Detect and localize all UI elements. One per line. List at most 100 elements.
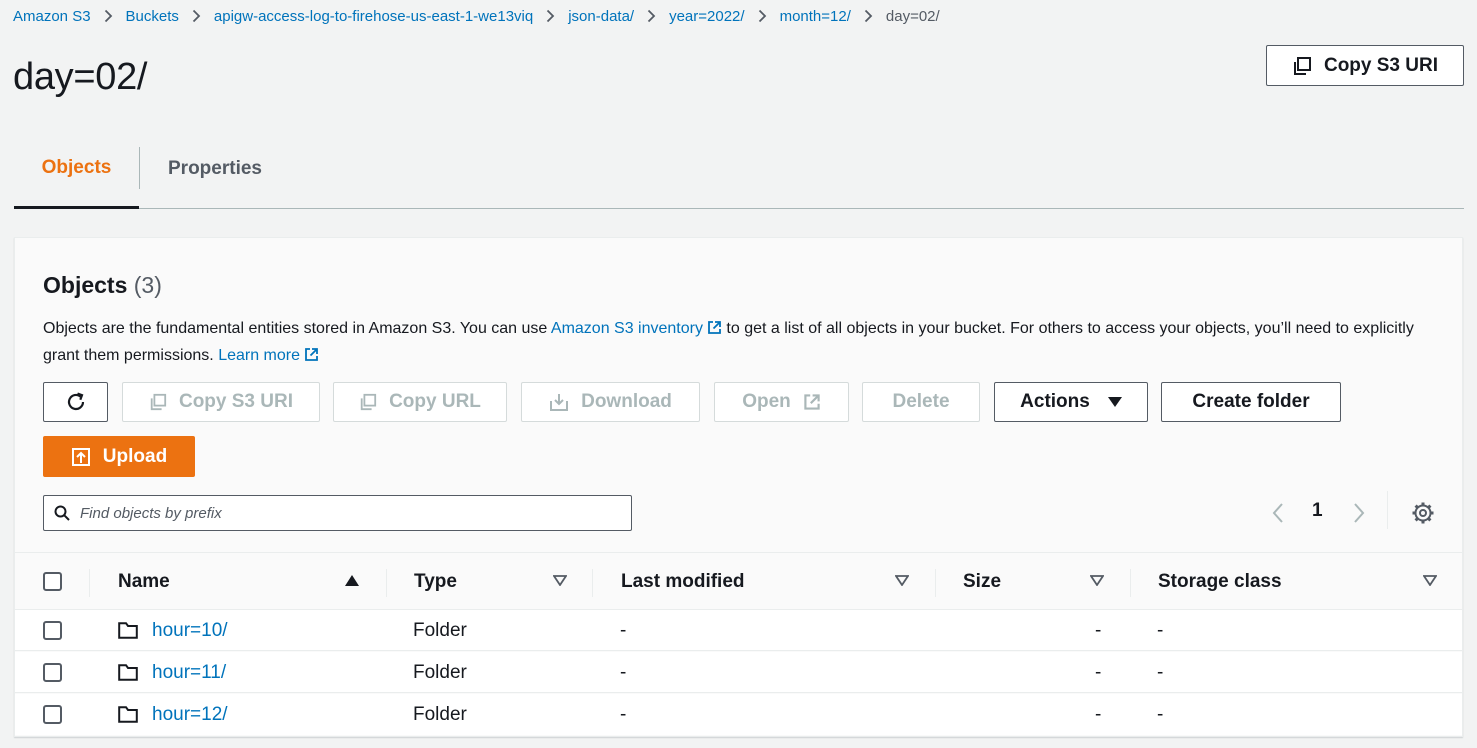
copy-icon: [359, 393, 377, 411]
tab-objects[interactable]: Objects: [14, 130, 139, 209]
table-settings-button[interactable]: [1411, 496, 1435, 530]
open-button[interactable]: Open: [714, 382, 849, 422]
table-row[interactable]: hour=12/ Folder - - -: [15, 694, 1462, 735]
sort-icon[interactable]: [1090, 575, 1104, 586]
column-divider: [592, 569, 593, 597]
external-link-icon: [304, 347, 319, 362]
object-type: Folder: [413, 661, 467, 683]
sort-icon[interactable]: [895, 575, 909, 586]
chevron-right-icon: [745, 9, 780, 23]
copy-url-label: Copy URL: [389, 391, 481, 412]
objects-heading-title: Objects: [43, 272, 128, 298]
page-title: day=02/: [13, 56, 148, 98]
column-header-name[interactable]: Name: [118, 553, 170, 610]
column-header-last-modified[interactable]: Last modified: [621, 553, 745, 610]
description-text-1: Objects are the fundamental entities sto…: [43, 320, 551, 337]
refresh-button[interactable]: [43, 382, 108, 422]
breadcrumb-month[interactable]: month=12/: [780, 8, 851, 25]
download-button[interactable]: Download: [521, 382, 700, 422]
row-checkbox[interactable]: [43, 621, 62, 640]
column-divider: [89, 569, 90, 597]
learn-more-label: Learn more: [218, 347, 301, 364]
folder-icon: [118, 694, 138, 735]
objects-count: (3): [133, 272, 162, 298]
object-type: Folder: [413, 703, 467, 725]
copy-icon: [1292, 56, 1312, 76]
object-last-modified: -: [620, 703, 627, 725]
chevron-left-icon: [1271, 502, 1285, 524]
upload-button[interactable]: Upload: [43, 436, 195, 477]
breadcrumb: Amazon S3 Buckets apigw-access-log-to-fi…: [13, 6, 940, 26]
actions-label: Actions: [1020, 391, 1090, 412]
download-label: Download: [581, 391, 672, 412]
object-storage-class: -: [1157, 619, 1164, 641]
search-input[interactable]: [80, 504, 600, 522]
header-copy-s3-uri-label: Copy S3 URI: [1323, 54, 1439, 76]
tab-properties[interactable]: Properties: [140, 130, 290, 208]
breadcrumb-day: day=02/: [885, 7, 940, 25]
sort-icon[interactable]: [1423, 575, 1437, 586]
object-name-link[interactable]: hour=10/: [152, 610, 228, 651]
upload-icon: [71, 447, 91, 467]
upload-label: Upload: [102, 445, 168, 467]
external-link-icon: [707, 320, 722, 335]
sort-ascending-icon[interactable]: [345, 575, 359, 586]
object-type: Folder: [413, 619, 467, 641]
chevron-right-icon: [91, 9, 126, 23]
tab-bar: Objects Properties: [14, 130, 1464, 209]
delete-button[interactable]: Delete: [862, 382, 980, 422]
breadcrumb-amazon-s3[interactable]: Amazon S3: [13, 8, 91, 25]
refresh-icon: [65, 391, 87, 413]
search-box[interactable]: [43, 495, 632, 531]
breadcrumb-year[interactable]: year=2022/: [669, 8, 744, 25]
object-size: -: [1095, 703, 1102, 725]
object-size: -: [1095, 661, 1102, 683]
object-name-link[interactable]: hour=12/: [152, 694, 228, 735]
header-copy-s3-uri-button[interactable]: Copy S3 URI: [1266, 45, 1464, 86]
chevron-right-icon: [1352, 502, 1366, 524]
column-header-type[interactable]: Type: [414, 553, 457, 610]
object-name-link[interactable]: hour=11/: [152, 652, 226, 693]
object-storage-class: -: [1157, 703, 1164, 725]
sort-icon[interactable]: [553, 575, 567, 586]
caret-down-icon: [1107, 397, 1122, 407]
table-row[interactable]: hour=11/ Folder - - -: [15, 652, 1462, 693]
external-link-icon: [803, 393, 821, 411]
object-last-modified: -: [620, 619, 627, 641]
copy-s3-uri-button[interactable]: Copy S3 URI: [122, 382, 320, 422]
object-size: -: [1095, 619, 1102, 641]
column-divider: [935, 569, 936, 597]
objects-heading: Objects (3): [43, 272, 162, 299]
learn-more-link[interactable]: Learn more: [218, 347, 319, 364]
table-row[interactable]: hour=10/ Folder - - -: [15, 610, 1462, 651]
open-label: Open: [742, 391, 791, 412]
pagination-prev-button[interactable]: [1271, 496, 1285, 530]
column-divider: [386, 569, 387, 597]
column-header-storage-class[interactable]: Storage class: [1158, 553, 1282, 610]
chevron-right-icon: [533, 9, 568, 23]
inventory-link[interactable]: Amazon S3 inventory: [551, 320, 722, 337]
pagination-next-button[interactable]: [1352, 496, 1366, 530]
breadcrumb-buckets[interactable]: Buckets: [126, 8, 179, 25]
folder-icon: [118, 610, 138, 651]
create-folder-label: Create folder: [1192, 391, 1310, 412]
row-checkbox[interactable]: [43, 705, 62, 724]
gear-icon: [1411, 501, 1435, 525]
copy-url-button[interactable]: Copy URL: [333, 382, 507, 422]
objects-description: Objects are the fundamental entities sto…: [43, 315, 1443, 369]
inventory-link-label: Amazon S3 inventory: [550, 320, 703, 337]
breadcrumb-bucket[interactable]: apigw-access-log-to-firehose-us-east-1-w…: [214, 8, 533, 25]
actions-dropdown[interactable]: Actions: [994, 382, 1148, 422]
pagination-divider: [1387, 491, 1388, 529]
folder-icon: [118, 652, 138, 693]
column-divider: [1130, 569, 1131, 597]
chevron-right-icon: [179, 9, 214, 23]
breadcrumb-json-data[interactable]: json-data/: [568, 8, 634, 25]
row-checkbox[interactable]: [43, 663, 62, 682]
chevron-right-icon: [851, 9, 886, 23]
column-header-size[interactable]: Size: [963, 553, 1001, 610]
table-header: Name Type Last modified Size Storage cla…: [15, 552, 1462, 610]
select-all-checkbox[interactable]: [43, 572, 62, 591]
create-folder-button[interactable]: Create folder: [1161, 382, 1341, 422]
pagination-current-page[interactable]: 1: [1312, 500, 1323, 522]
